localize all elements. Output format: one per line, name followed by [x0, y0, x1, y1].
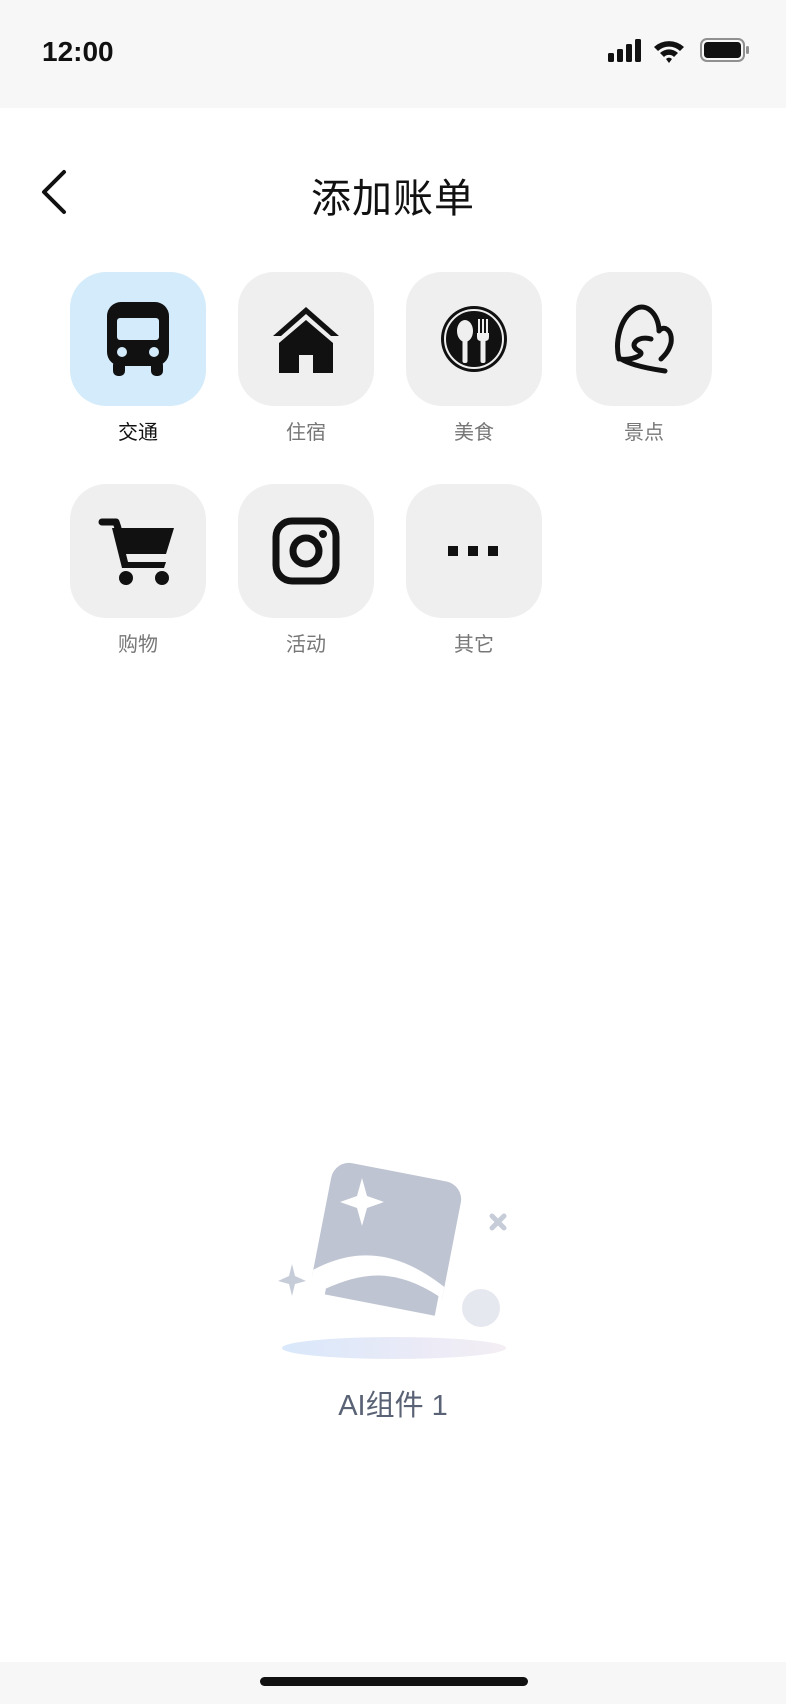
- category-label: 景点: [624, 420, 664, 444]
- more-icon: [448, 546, 498, 556]
- battery-icon: [700, 38, 749, 62]
- category-tile: [576, 272, 712, 406]
- page-title: 添加账单: [311, 176, 475, 222]
- category-activities[interactable]: 活动: [238, 484, 374, 657]
- landmark-icon: [615, 304, 674, 374]
- category-tile: [70, 484, 206, 618]
- category-tile: [406, 484, 542, 618]
- category-label: 住宿: [286, 420, 326, 444]
- category-transport[interactable]: 交通: [70, 272, 206, 445]
- house-icon: [273, 307, 339, 373]
- home-indicator[interactable]: [260, 1677, 528, 1686]
- dining-icon: [441, 306, 507, 372]
- ai-widget-label: AI组件 1: [338, 1390, 448, 1422]
- category-label: 活动: [286, 632, 326, 656]
- category-label: 交通: [118, 420, 158, 444]
- category-label: 购物: [118, 632, 158, 656]
- wifi-icon: [654, 41, 684, 63]
- camera-icon: [272, 517, 340, 585]
- category-lodging[interactable]: 住宿: [238, 272, 374, 445]
- status-bar: 12:00: [0, 0, 786, 108]
- signal-icon: [608, 39, 641, 62]
- category-other[interactable]: 其它: [406, 484, 542, 657]
- category-tile: [406, 272, 542, 406]
- category-tile: [70, 272, 206, 406]
- category-food[interactable]: 美食: [406, 272, 542, 445]
- bus-icon: [107, 302, 169, 376]
- ai-widget: AI组件 1: [0, 1150, 786, 1450]
- category-tile: [238, 272, 374, 406]
- category-shopping[interactable]: 购物: [70, 484, 206, 657]
- category-attractions[interactable]: 景点: [576, 272, 712, 445]
- home-indicator-area: [0, 1662, 786, 1704]
- status-time: 12:00: [42, 36, 114, 67]
- category-label: 美食: [454, 420, 494, 444]
- category-tile: [238, 484, 374, 618]
- category-label: 其它: [454, 632, 494, 656]
- cart-icon: [98, 518, 174, 585]
- image-placeholder-icon: [278, 1162, 507, 1359]
- header: 添加账单: [0, 108, 786, 268]
